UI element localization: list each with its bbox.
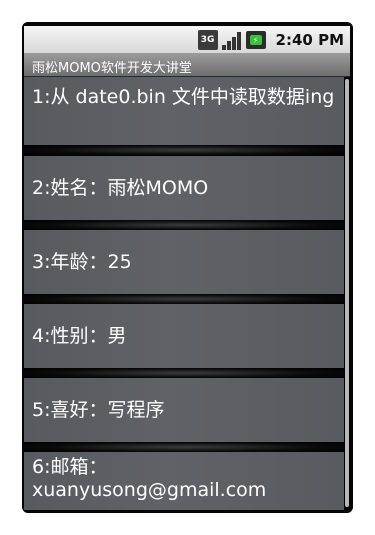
- list-item[interactable]: 6:邮箱：xuanyusong@gmail.com: [24, 452, 344, 510]
- list-item-text: 3:年龄：25: [32, 250, 132, 273]
- list-item-text: 2:姓名：雨松MOMO: [32, 176, 209, 199]
- list-divider: [24, 442, 344, 452]
- list-item-text: 1:从 date0.bin 文件中读取数据ing: [32, 86, 335, 108]
- list-item-text: 4:性别：男: [32, 324, 127, 347]
- list-item-text: 5:喜好：写程序: [32, 398, 165, 421]
- list-divider: [24, 220, 344, 230]
- list-item[interactable]: 2:姓名：雨松MOMO: [24, 156, 344, 220]
- list-item-text: 6:邮箱：xuanyusong@gmail.com: [32, 456, 267, 501]
- status-bar: 3G ⚡ 2:40 PM: [24, 26, 350, 54]
- status-clock: 2:40 PM: [275, 31, 344, 49]
- list-scrollbar[interactable]: [345, 79, 349, 507]
- screen: 3G ⚡ 2:40 PM 雨松MOMO软件开发大讲堂 1:从 date0.bin…: [24, 26, 350, 510]
- list-divider: [24, 145, 344, 155]
- status-icons: 3G ⚡ 2:40 PM: [197, 29, 344, 51]
- list-item[interactable]: 1:从 date0.bin 文件中读取数据ing: [24, 77, 344, 145]
- 3g-icon: 3G: [197, 30, 218, 50]
- device-frame: 3G ⚡ 2:40 PM 雨松MOMO软件开发大讲堂 1:从 date0.bin…: [22, 22, 353, 513]
- battery-icon: ⚡: [245, 31, 266, 49]
- signal-icon: [221, 30, 242, 50]
- list-item[interactable]: 3:年龄：25: [24, 230, 344, 294]
- list-item[interactable]: 5:喜好：写程序: [24, 378, 344, 442]
- app-title: 雨松MOMO软件开发大讲堂: [32, 61, 192, 76]
- list-item[interactable]: 4:性别：男: [24, 304, 344, 368]
- app-title-bar: 雨松MOMO软件开发大讲堂: [24, 54, 350, 77]
- list-divider: [24, 294, 344, 304]
- list-divider: [24, 368, 344, 378]
- data-list[interactable]: 1:从 date0.bin 文件中读取数据ing 2:姓名：雨松MOMO 3:年…: [24, 77, 350, 510]
